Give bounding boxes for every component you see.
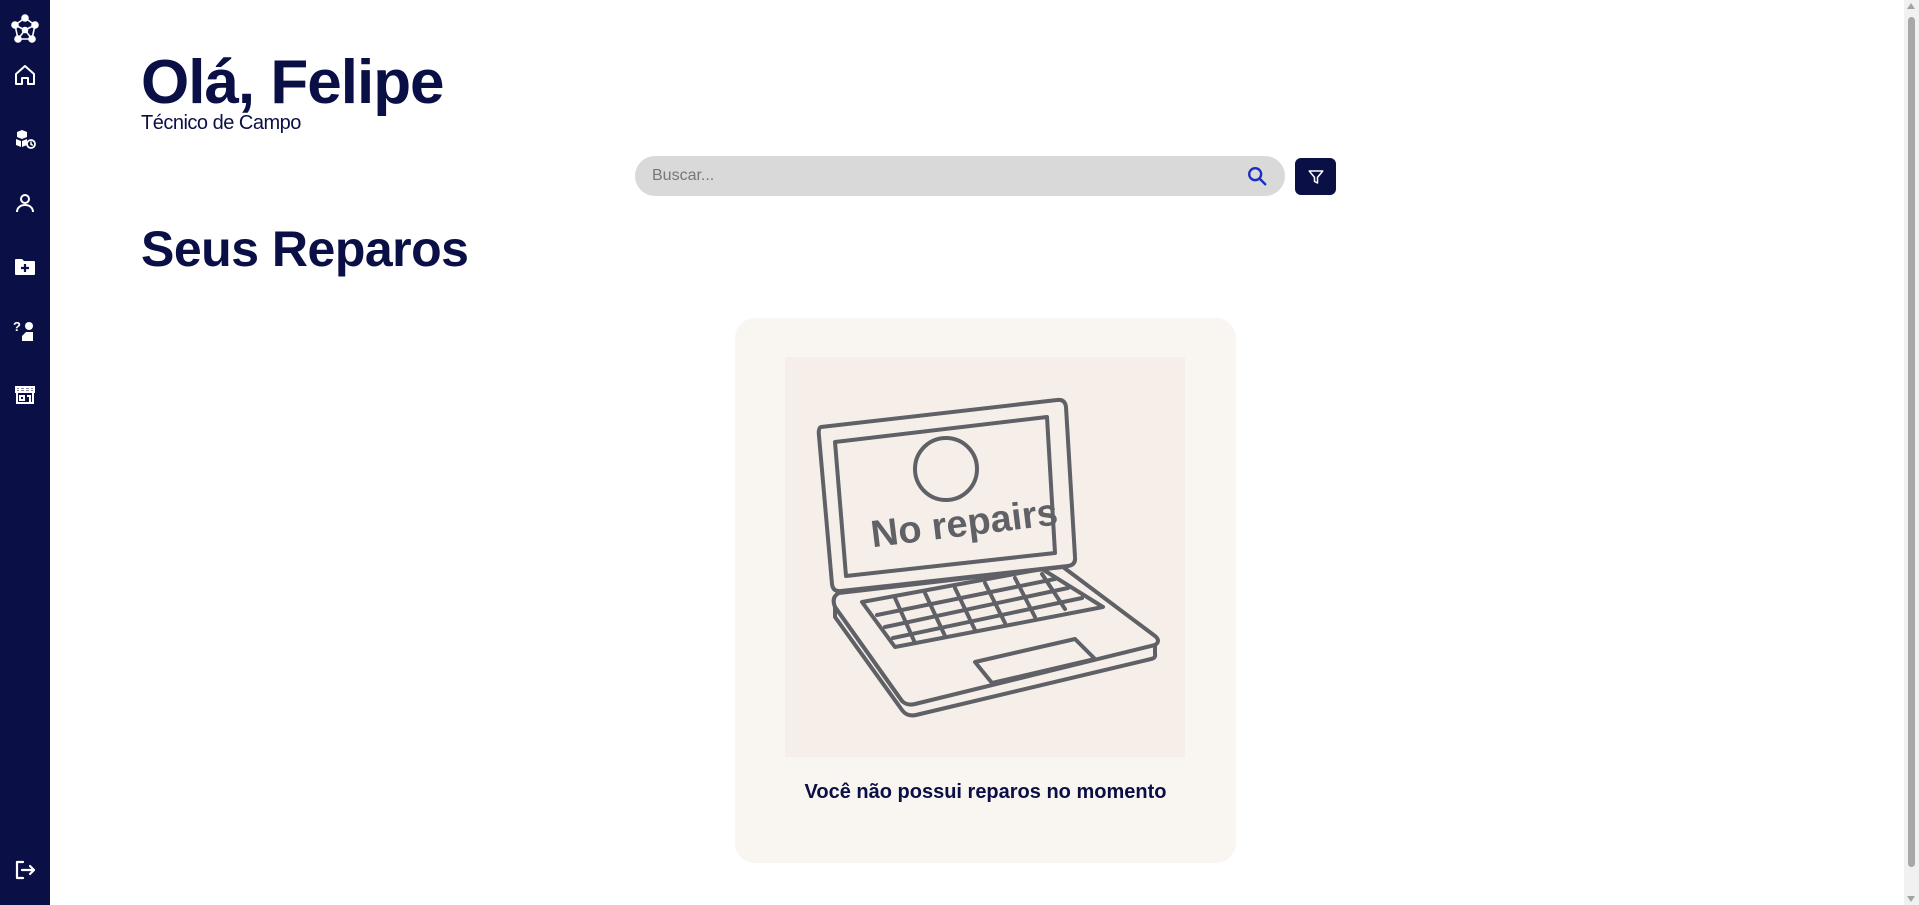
store-icon <box>15 386 35 404</box>
svg-text:?: ? <box>13 319 21 334</box>
empty-state-message: Você não possui reparos no momento <box>804 781 1167 803</box>
search-input[interactable] <box>635 156 1237 196</box>
page-title: Olá, Felipe <box>141 48 445 117</box>
scrollbar-thumb[interactable] <box>1908 17 1915 867</box>
support-icon: ? <box>13 319 33 341</box>
sidebar-item-support[interactable]: ? <box>0 314 50 348</box>
sidebar-item-home[interactable] <box>0 58 50 92</box>
sidebar: ? <box>0 0 50 905</box>
illustration-caption: No repairs <box>868 492 1060 557</box>
home-icon <box>15 65 35 85</box>
sidebar-item-store[interactable] <box>0 378 50 412</box>
user-role: Técnico de Campo <box>141 112 301 134</box>
search-button[interactable] <box>1237 156 1277 196</box>
main-content: Olá, Felipe Técnico de Campo Seus Reparo… <box>50 0 1904 905</box>
scroll-down-arrow-icon[interactable] <box>1907 896 1915 902</box>
section-title: Seus Reparos <box>141 221 469 277</box>
user-icon <box>16 194 34 213</box>
sidebar-item-inventory[interactable] <box>0 122 50 156</box>
sidebar-nav: ? <box>0 58 50 412</box>
filter-button[interactable] <box>1295 158 1336 195</box>
search-bar <box>635 156 1285 196</box>
search-icon <box>1248 167 1267 186</box>
boxes-icon <box>16 130 36 149</box>
folder-plus-icon <box>15 259 35 275</box>
filter-icon <box>1308 169 1323 184</box>
page-scrollbar[interactable] <box>1904 0 1919 905</box>
logout-button[interactable] <box>0 853 50 887</box>
scroll-up-arrow-icon[interactable] <box>1907 3 1915 9</box>
logout-icon <box>15 860 36 880</box>
network-logo-icon[interactable] <box>8 12 42 46</box>
no-repairs-illustration: No repairs <box>785 357 1185 757</box>
sidebar-item-profile[interactable] <box>0 186 50 220</box>
sidebar-item-new[interactable] <box>0 250 50 284</box>
